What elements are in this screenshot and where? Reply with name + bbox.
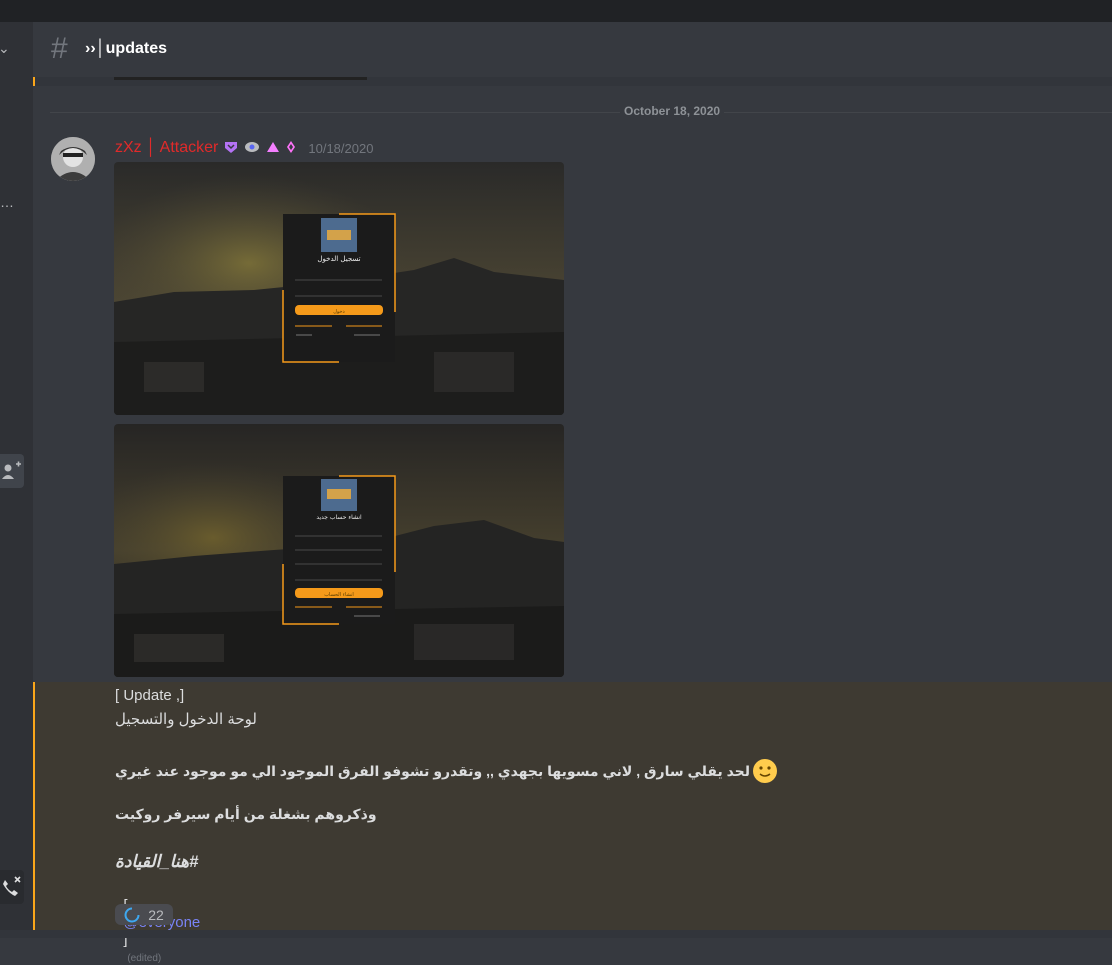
channel-header: # ››│updates: [33, 22, 1112, 77]
channel-hash-icon: #: [51, 32, 68, 65]
message-hashtag: #هنا_القيادة: [115, 852, 199, 871]
message-timestamp: 10/18/2020: [308, 140, 374, 156]
call-button[interactable]: [0, 870, 24, 904]
loading-reaction-icon: [124, 907, 140, 922]
chat-bottom-edge: [0, 930, 1112, 938]
date-divider-line: [50, 112, 1112, 113]
channel-sidebar: ⌄ …: [0, 22, 33, 938]
add-member-button[interactable]: [0, 454, 24, 488]
nitro-badge-icon: [224, 140, 238, 157]
attachment-image-register[interactable]: انشاء حساب جديد انشاء الحساب: [114, 424, 564, 677]
truncated-channel-item[interactable]: …: [0, 194, 14, 210]
avatar-image: [51, 137, 95, 181]
message-update-tag: [ Update ,]: [115, 687, 185, 704]
register-card-title: انشاء حساب جديد: [316, 514, 362, 521]
message-line-3: وذكروهم بشغلة من أيام سيرفر روكيت: [115, 806, 377, 822]
reaction-button[interactable]: 22: [115, 904, 173, 925]
previous-attachment-edge: [114, 77, 367, 80]
slightly-smiling-face-icon: [753, 759, 778, 783]
login-card-button: دخول: [333, 309, 345, 315]
register-card-button: انشاء الحساب: [324, 592, 354, 598]
triangle-badge-icon: [266, 141, 280, 156]
channel-name: ››│updates: [85, 40, 167, 57]
avatar[interactable]: [51, 137, 95, 181]
mention-highlight-bar: [33, 682, 35, 930]
window-top-bar: [0, 0, 1112, 22]
login-card-title: تسجيل الدخول: [317, 255, 360, 263]
phone-hangup-icon: [3, 876, 21, 896]
message-line-1: لوحة الدخول والتسجيل: [115, 711, 257, 728]
boost-badge-icon: [286, 140, 296, 157]
chevron-down-icon[interactable]: ⌄: [0, 40, 10, 57]
gem-badge-icon: [244, 141, 260, 156]
edited-label: (edited): [127, 953, 162, 964]
message-header: zXz │ Attacker 10/18/2020: [115, 138, 373, 158]
message-line-2-row: لحد يقلي سارق , لاني مسويها بجهدي ,, وتق…: [115, 758, 778, 784]
author-name[interactable]: zXz │ Attacker: [115, 139, 218, 157]
reaction-count: 22: [148, 906, 164, 923]
mention-highlight-bar: [33, 77, 35, 86]
message-line-2: لحد يقلي سارق , لاني مسويها بجهدي ,, وتق…: [115, 762, 751, 779]
date-divider-label: October 18, 2020: [620, 104, 725, 118]
attachment-image-login[interactable]: تسجيل الدخول دخول: [114, 162, 564, 415]
previous-message-edge: [33, 77, 1112, 86]
add-user-icon: [2, 461, 21, 479]
